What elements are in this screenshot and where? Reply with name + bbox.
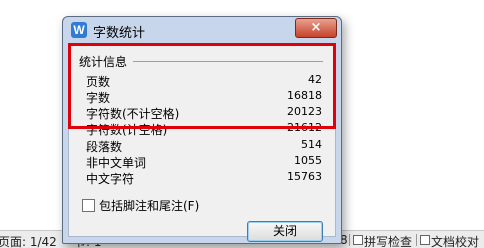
dialog-title: 字数统计 [93, 26, 146, 41]
include-footnotes-checkbox[interactable] [82, 199, 95, 212]
status-doc-proof[interactable]: 文档校对 [431, 233, 479, 248]
highlight-box [68, 43, 336, 129]
stat-value: 15763 [287, 170, 322, 183]
dialog-titlebar[interactable]: W 字数统计 × [63, 17, 341, 41]
status-separator [349, 234, 350, 246]
doc-proof-checkbox[interactable] [420, 235, 430, 245]
wps-writer-icon: W [71, 22, 87, 38]
status-page: 页面: 1/42 [0, 235, 57, 248]
status-spell-check[interactable]: 拼写检查 [364, 233, 412, 248]
close-button[interactable]: 关闭 [247, 221, 323, 242]
stat-row-paragraphs: 段落数 514 [86, 138, 322, 154]
stat-label: 段落数 [86, 140, 123, 154]
status-separator [416, 234, 417, 246]
close-icon[interactable]: × [295, 18, 337, 38]
screen: 页面: 1/42 节: 1 8 拼写检查 文档校对 W 字数统计 × 统计信息 … [0, 0, 484, 248]
stat-label: 中文字符 [86, 172, 135, 186]
stat-value: 1055 [294, 154, 322, 167]
stat-row-chinese-chars: 中文字符 15763 [86, 170, 322, 186]
spell-check-checkbox[interactable] [353, 235, 363, 245]
stat-row-non-chinese-words: 非中文单词 1055 [86, 154, 322, 170]
include-footnotes-label[interactable]: 包括脚注和尾注(F) [99, 197, 199, 214]
stat-label: 非中文单词 [86, 156, 147, 170]
stat-value: 514 [301, 138, 322, 151]
